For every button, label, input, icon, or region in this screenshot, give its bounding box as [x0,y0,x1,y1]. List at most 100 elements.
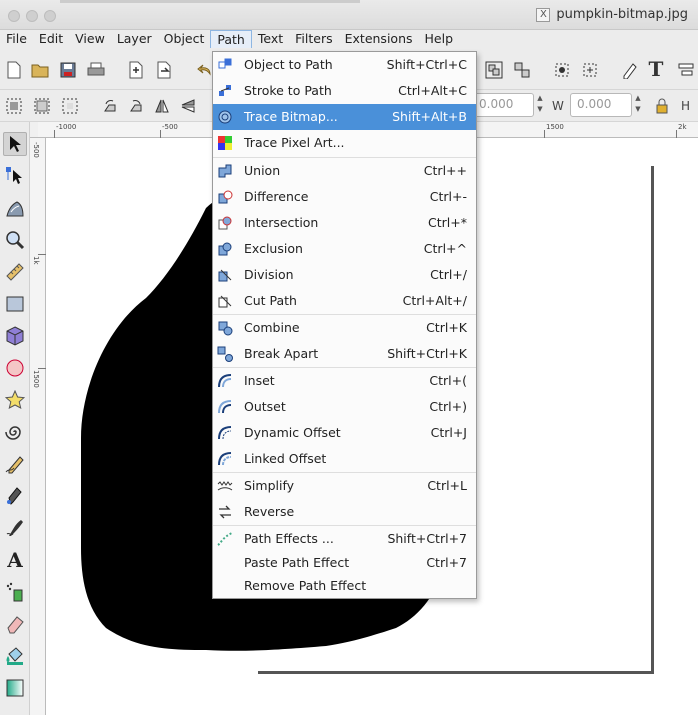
combine-icon [216,319,234,337]
v-ruler-label: 1k [32,256,40,265]
flip-horizontal-icon[interactable] [152,96,172,116]
menu-item-difference[interactable]: Difference Ctrl+- [213,184,476,210]
vertical-ruler[interactable]: -500 1k 1500 [30,138,46,715]
deselect-icon[interactable] [60,96,80,116]
menu-path[interactable]: Path [210,30,252,48]
menu-text[interactable]: Text [252,30,289,48]
menu-item-label: Linked Offset [244,451,327,466]
ellipse-tool-icon[interactable] [3,356,27,380]
node-tool-icon[interactable] [3,164,27,188]
menu-item-outset[interactable]: Outset Ctrl+) [213,394,476,420]
menu-extensions[interactable]: Extensions [339,30,419,48]
h-label: H [681,99,691,113]
flip-vertical-icon[interactable] [178,96,198,116]
width-field[interactable]: 0.000 [570,93,632,117]
zoom-window-button[interactable] [44,10,56,22]
fill-stroke-icon[interactable] [552,60,572,80]
menu-item-cut-path[interactable]: Cut Path Ctrl+Alt+/ [213,288,476,314]
selector-tool-icon[interactable] [3,132,27,156]
lock-ratio-icon[interactable] [652,96,672,116]
menu-item-label: Simplify [244,478,295,493]
close-window-button[interactable] [8,10,20,22]
h-ruler-label: 1500 [546,123,564,131]
x-spin-buttons[interactable]: ▲ ▼ [535,93,545,117]
measure-tool-icon[interactable] [3,260,27,284]
eraser-tool-icon[interactable] [3,612,27,636]
new-document-icon[interactable] [4,60,24,80]
w-spin-buttons[interactable]: ▲ ▼ [633,93,643,117]
menu-item-linked-offset[interactable]: Linked Offset [213,446,476,472]
menu-object[interactable]: Object [158,30,211,48]
rectangle-tool-icon[interactable] [3,292,27,316]
menu-item-label: Reverse [244,504,295,519]
undo-icon[interactable] [194,60,214,80]
menu-file[interactable]: File [0,30,33,48]
menu-item-exclusion[interactable]: Exclusion Ctrl+^ [213,236,476,262]
title-bar: X pumpkin-bitmap.jpg [0,0,698,30]
minimize-window-button[interactable] [26,10,38,22]
trace-pixel-art-icon [216,134,234,152]
star-tool-icon[interactable] [3,388,27,412]
menu-view[interactable]: View [69,30,111,48]
text-tool-icon[interactable]: A [3,548,27,572]
path-effects-icon [216,530,234,548]
transform-icon[interactable] [580,60,600,80]
text-font-icon[interactable]: T [646,57,666,81]
gradient-tool-icon[interactable] [3,676,27,700]
pen-tool-icon[interactable] [3,484,27,508]
h-ruler-label: 2k [678,123,687,131]
intersection-icon [216,214,234,232]
menu-item-shortcut: Ctrl+- [429,189,467,204]
menu-item-shortcut: Ctrl+^ [423,241,467,256]
xml-editor-icon[interactable] [620,60,640,80]
export-icon[interactable] [154,60,174,80]
menu-item-reverse[interactable]: Reverse [213,499,476,525]
align-distribute-icon[interactable] [676,60,696,80]
menu-item-remove-path-effect[interactable]: Remove Path Effect [213,573,476,599]
select-all-icon[interactable] [4,96,24,116]
rotate-cw-icon[interactable] [126,96,146,116]
menu-item-union[interactable]: Union Ctrl++ [213,158,476,184]
open-folder-icon[interactable] [30,60,50,80]
tweak-tool-icon[interactable] [3,196,27,220]
rotate-ccw-icon[interactable] [100,96,120,116]
print-icon[interactable] [86,60,106,80]
menu-item-label: Division [244,267,294,282]
menu-filters[interactable]: Filters [289,30,338,48]
menu-item-path-effects[interactable]: Path Effects ... Shift+Ctrl+7 [213,526,476,552]
menu-item-combine[interactable]: Combine Ctrl+K [213,315,476,341]
import-icon[interactable] [126,60,146,80]
group-icon[interactable] [484,60,504,80]
menu-item-shortcut: Ctrl+* [428,215,467,230]
menu-item-simplify[interactable]: Simplify Ctrl+L [213,473,476,499]
menu-item-shortcut: Ctrl+J [430,425,467,440]
menu-item-trace-pixel-art[interactable]: Trace Pixel Art... [213,130,476,156]
spiral-tool-icon[interactable] [3,420,27,444]
menu-item-object-to-path[interactable]: Object to Path Shift+Ctrl+C [213,52,476,78]
menu-item-division[interactable]: Division Ctrl+/ [213,262,476,288]
window-title: pumpkin-bitmap.jpg [556,7,688,22]
menu-item-intersection[interactable]: Intersection Ctrl+* [213,210,476,236]
menu-layer[interactable]: Layer [111,30,158,48]
menu-help[interactable]: Help [419,30,460,48]
paint-bucket-tool-icon[interactable] [3,644,27,668]
pencil-tool-icon[interactable] [3,452,27,476]
save-icon[interactable] [58,60,78,80]
calligraphy-tool-icon[interactable] [3,516,27,540]
ungroup-icon[interactable] [512,60,532,80]
menu-item-dynamic-offset[interactable]: Dynamic Offset Ctrl+J [213,420,476,446]
menu-item-label: Trace Bitmap... [244,109,338,124]
spray-tool-icon[interactable] [3,580,27,604]
cut-path-icon [216,292,234,310]
menu-item-inset[interactable]: Inset Ctrl+( [213,368,476,394]
menu-item-break-apart[interactable]: Break Apart Shift+Ctrl+K [213,341,476,367]
simplify-icon [216,477,234,495]
select-all-layers-icon[interactable] [32,96,52,116]
menu-edit[interactable]: Edit [33,30,69,48]
menu-item-trace-bitmap[interactable]: Trace Bitmap... Shift+Alt+B [213,104,476,130]
menu-item-shortcut: Ctrl+Alt+/ [402,293,467,308]
x-position-field[interactable]: 0.000 [472,93,534,117]
zoom-tool-icon[interactable] [3,228,27,252]
3d-box-tool-icon[interactable] [3,324,27,348]
menu-item-stroke-to-path[interactable]: Stroke to Path Ctrl+Alt+C [213,78,476,104]
